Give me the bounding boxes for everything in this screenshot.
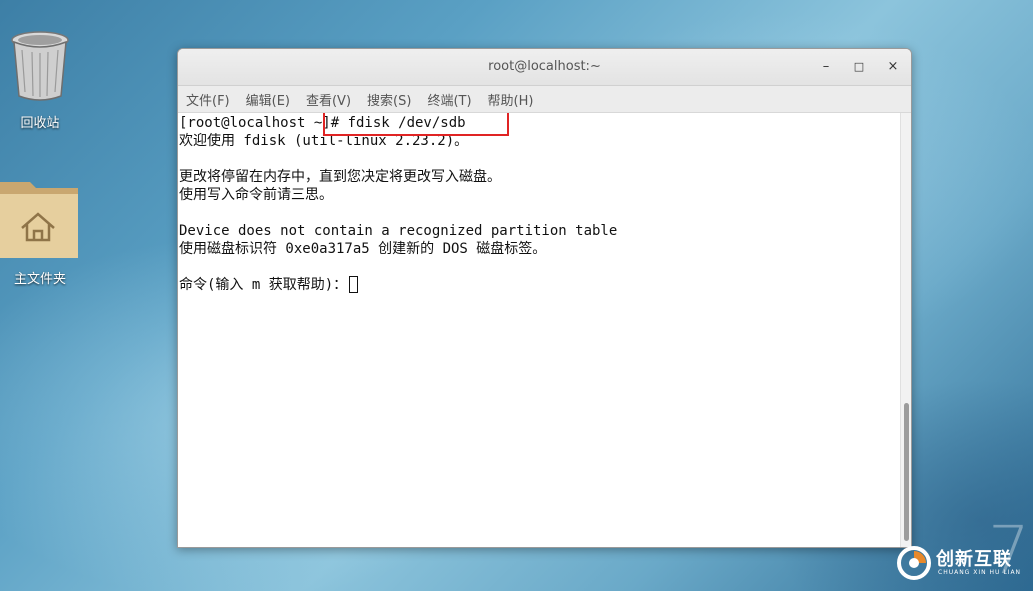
menu-help[interactable]: 帮助(H) bbox=[488, 90, 534, 109]
titlebar[interactable]: root@localhost:~ – □ × bbox=[178, 49, 911, 86]
brand-watermark: 创新互联 CHUANG XIN HU LIAN bbox=[896, 543, 1033, 585]
home-folder-icon bbox=[0, 182, 78, 258]
terminal-line: 使用写入命令前请三思。 bbox=[179, 187, 333, 203]
home-label: 主文件夹 bbox=[13, 272, 66, 287]
terminal-window: root@localhost:~ – □ × 文件(F) 编辑(E) 查看(V)… bbox=[177, 48, 912, 548]
minimize-button[interactable]: – bbox=[815, 57, 837, 77]
trash-label: 回收站 bbox=[20, 116, 60, 131]
terminal-line: 使用磁盘标识符 0xe0a317a5 创建新的 DOS 磁盘标签。 bbox=[179, 241, 547, 257]
terminal-area[interactable]: [root@localhost ~]# fdisk /dev/sdb 欢迎使用 … bbox=[178, 113, 900, 547]
maximize-button[interactable]: □ bbox=[848, 57, 870, 77]
menu-edit[interactable]: 编辑(E) bbox=[246, 90, 290, 109]
menu-file[interactable]: 文件(F) bbox=[186, 90, 230, 109]
close-button[interactable]: × bbox=[882, 57, 904, 77]
menu-view[interactable]: 查看(V) bbox=[306, 90, 351, 109]
window-title: root@localhost:~ bbox=[488, 59, 601, 74]
terminal-prompt: 命令(输入 m 获取帮助)： bbox=[179, 277, 348, 293]
menu-search[interactable]: 搜索(S) bbox=[367, 90, 411, 109]
terminal-line: 更改将停留在内存中，直到您决定将更改写入磁盘。 bbox=[179, 169, 501, 185]
brand-logo-icon bbox=[897, 546, 931, 580]
terminal-prompt-line: 命令(输入 m 获取帮助)： bbox=[179, 276, 359, 294]
brand-subtitle: CHUANG XIN HU LIAN bbox=[938, 569, 1022, 576]
terminal-scrollbar[interactable] bbox=[900, 113, 911, 547]
command-highlight-box bbox=[323, 113, 509, 136]
terminal-cursor bbox=[349, 276, 359, 293]
desktop-icon-trash[interactable]: 回收站 bbox=[0, 30, 80, 131]
desktop-icon-home[interactable]: 主文件夹 bbox=[0, 174, 80, 287]
trash-icon bbox=[11, 31, 69, 101]
menu-terminal[interactable]: 终端(T) bbox=[427, 90, 471, 109]
scrollbar-thumb[interactable] bbox=[904, 403, 909, 541]
menubar: 文件(F) 编辑(E) 查看(V) 搜索(S) 终端(T) 帮助(H) bbox=[178, 86, 911, 113]
brand-name: 创新互联 bbox=[936, 549, 1012, 570]
terminal-line: Device does not contain a recognized par… bbox=[179, 223, 618, 239]
